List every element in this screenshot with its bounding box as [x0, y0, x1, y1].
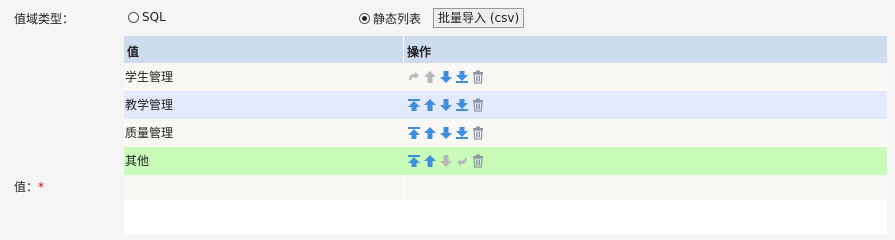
value-table: 值 操作 学生管理 教学管理 质量管理 其他 — [124, 36, 887, 235]
radio-sql[interactable]: SQL — [128, 10, 166, 24]
move-bottom-icon[interactable] — [455, 126, 469, 140]
move-bottom-icon[interactable] — [455, 98, 469, 112]
table-row[interactable]: 质量管理 — [124, 119, 887, 147]
domain-type-label: 值域类型： — [14, 12, 75, 26]
required-mark: * — [38, 180, 45, 194]
move-top-icon[interactable] — [407, 154, 421, 168]
curved-arrow-disabled-icon — [455, 154, 469, 168]
header-operation: 操作 — [407, 45, 432, 59]
move-bottom-icon[interactable] — [455, 70, 469, 84]
move-top-icon[interactable] — [407, 126, 421, 140]
curved-arrow-disabled-icon — [407, 70, 421, 84]
row-operations — [404, 119, 887, 147]
domain-type-options: SQL 静态列表 批量导入 (csv) — [124, 0, 895, 36]
value-label: 值：* — [14, 178, 44, 195]
table-empty-row[interactable] — [124, 175, 887, 200]
table-row[interactable]: 学生管理 — [124, 63, 887, 91]
move-up-icon[interactable] — [423, 98, 437, 112]
move-down-icon[interactable] — [439, 98, 453, 112]
value-label-text: 值： — [14, 180, 39, 194]
row-value[interactable]: 其他 — [124, 147, 404, 175]
move-up-icon — [423, 70, 437, 84]
trash-icon[interactable] — [471, 98, 485, 112]
row-operations — [404, 91, 887, 119]
row-operations — [404, 63, 887, 91]
table-row[interactable]: 教学管理 — [124, 91, 887, 119]
table-row[interactable]: 其他 — [124, 147, 887, 175]
row-value[interactable]: 教学管理 — [124, 91, 404, 119]
label-column: 值域类型： 值：* — [0, 0, 124, 235]
move-down-icon[interactable] — [439, 70, 453, 84]
batch-import-button[interactable]: 批量导入 (csv) — [433, 8, 525, 28]
move-down-icon — [439, 154, 453, 168]
header-value: 值 — [124, 36, 404, 63]
radio-static-list-label: 静态列表 — [373, 12, 422, 26]
move-up-icon[interactable] — [423, 126, 437, 140]
row-operations — [404, 147, 887, 175]
move-up-icon[interactable] — [423, 154, 437, 168]
radio-static-list[interactable]: 静态列表 — [359, 10, 421, 27]
trash-icon[interactable] — [471, 154, 485, 168]
trash-icon[interactable] — [471, 126, 485, 140]
column-divider — [404, 175, 405, 200]
row-value[interactable]: 学生管理 — [124, 63, 404, 91]
radio-sql-circle[interactable] — [128, 11, 139, 23]
row-value[interactable]: 质量管理 — [124, 119, 404, 147]
table-header: 值 操作 — [124, 36, 887, 63]
radio-static-list-circle[interactable] — [359, 13, 370, 24]
move-down-icon[interactable] — [439, 126, 453, 140]
move-top-icon[interactable] — [407, 98, 421, 112]
trash-icon[interactable] — [471, 70, 485, 84]
radio-sql-label: SQL — [142, 10, 166, 24]
